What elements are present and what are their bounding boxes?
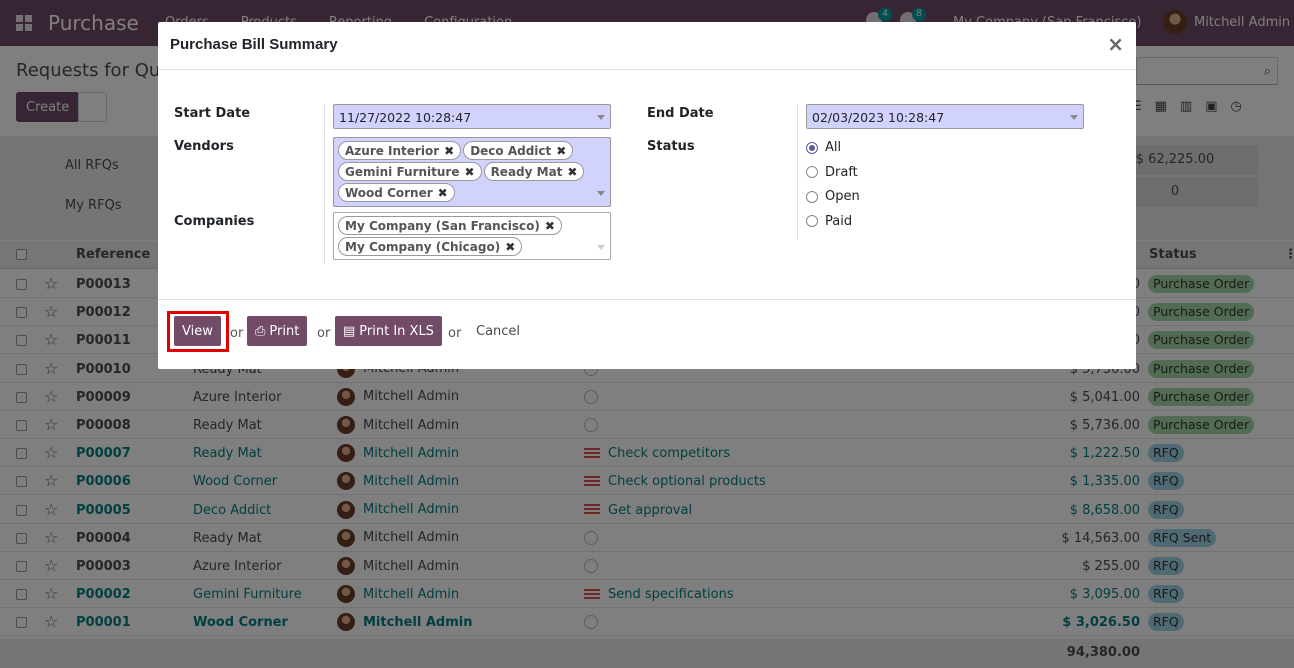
or-text: or <box>448 326 462 341</box>
modal-header: Purchase Bill Summary × <box>158 22 1136 70</box>
vendor-tag: Ready Mat ✖ <box>483 162 585 181</box>
end-date-field[interactable]: 02/03/2023 10:28:47 <box>806 104 1084 129</box>
remove-tag-icon[interactable]: ✖ <box>505 240 515 254</box>
radio-button[interactable] <box>806 215 818 228</box>
remove-tag-icon[interactable]: ✖ <box>556 144 566 158</box>
vendor-tag: Deco Addict ✖ <box>463 141 574 160</box>
chevron-down-icon <box>597 245 605 250</box>
or-text: or <box>230 326 244 341</box>
remove-tag-icon[interactable]: ✖ <box>444 144 454 158</box>
end-date-label: End Date <box>647 106 714 121</box>
companies-label: Companies <box>174 214 255 229</box>
start-date-value: 11/27/2022 10:28:47 <box>339 110 472 125</box>
company-tag: My Company (San Francisco) ✖ <box>338 216 562 235</box>
end-date-value: 02/03/2023 10:28:47 <box>812 110 945 125</box>
tag-label: Ready Mat <box>490 164 563 179</box>
start-date-label: Start Date <box>174 106 251 121</box>
company-tag: My Company (Chicago) ✖ <box>338 237 523 256</box>
excel-file-icon: ▤ <box>343 323 356 339</box>
remove-tag-icon[interactable]: ✖ <box>438 186 448 200</box>
modal-title: Purchase Bill Summary <box>170 36 338 53</box>
vendors-field[interactable]: Azure Interior ✖ Deco Addict ✖ Gemini Furnit… <box>333 137 611 207</box>
column-separator <box>797 104 798 240</box>
chevron-down-icon <box>597 115 605 120</box>
radio-button[interactable] <box>806 141 818 154</box>
view-button-highlight <box>167 311 229 352</box>
print-xls-button[interactable]: ▤ Print In XLS <box>335 316 442 346</box>
column-separator <box>324 104 325 264</box>
print-xls-label: Print In XLS <box>359 323 434 339</box>
or-text: or <box>317 326 331 341</box>
start-date-field[interactable]: 11/27/2022 10:28:47 <box>333 104 611 129</box>
status-option-all[interactable]: All <box>806 140 841 155</box>
chevron-down-icon <box>597 191 605 196</box>
remove-tag-icon[interactable]: ✖ <box>567 165 577 179</box>
tag-label: My Company (Chicago) <box>345 239 501 254</box>
status-option-label: Paid <box>825 213 853 229</box>
status-option-draft[interactable]: Draft <box>806 165 858 180</box>
print-button[interactable]: ⎙ Print <box>247 316 308 346</box>
tag-label: Deco Addict <box>470 143 552 158</box>
vendors-label: Vendors <box>174 139 234 154</box>
status-option-label: Draft <box>825 164 858 180</box>
radio-button[interactable] <box>806 166 818 179</box>
print-label: Print <box>269 323 300 339</box>
status-label: Status <box>647 139 695 154</box>
remove-tag-icon[interactable]: ✖ <box>465 165 475 179</box>
radio-button[interactable] <box>806 190 818 203</box>
vendor-tag: Wood Corner ✖ <box>338 183 455 202</box>
printer-icon: ⎙ <box>255 323 266 339</box>
tag-label: My Company (San Francisco) <box>345 218 540 233</box>
tag-label: Wood Corner <box>345 185 433 200</box>
tag-label: Azure Interior <box>345 143 440 158</box>
vendor-tag: Azure Interior ✖ <box>338 141 462 160</box>
status-option-label: Open <box>825 189 860 205</box>
close-icon[interactable]: × <box>1107 32 1124 56</box>
chevron-down-icon <box>1070 115 1078 120</box>
tag-label: Gemini Furniture <box>345 164 460 179</box>
vendor-tag: Gemini Furniture ✖ <box>338 162 482 181</box>
status-option-open[interactable]: Open <box>806 189 860 204</box>
companies-field[interactable]: My Company (San Francisco) ✖ My Company (C… <box>333 212 611 260</box>
remove-tag-icon[interactable]: ✖ <box>545 219 555 233</box>
status-option-paid[interactable]: Paid <box>806 214 852 229</box>
status-option-label: All <box>825 140 842 155</box>
cancel-button[interactable]: Cancel <box>476 324 520 339</box>
